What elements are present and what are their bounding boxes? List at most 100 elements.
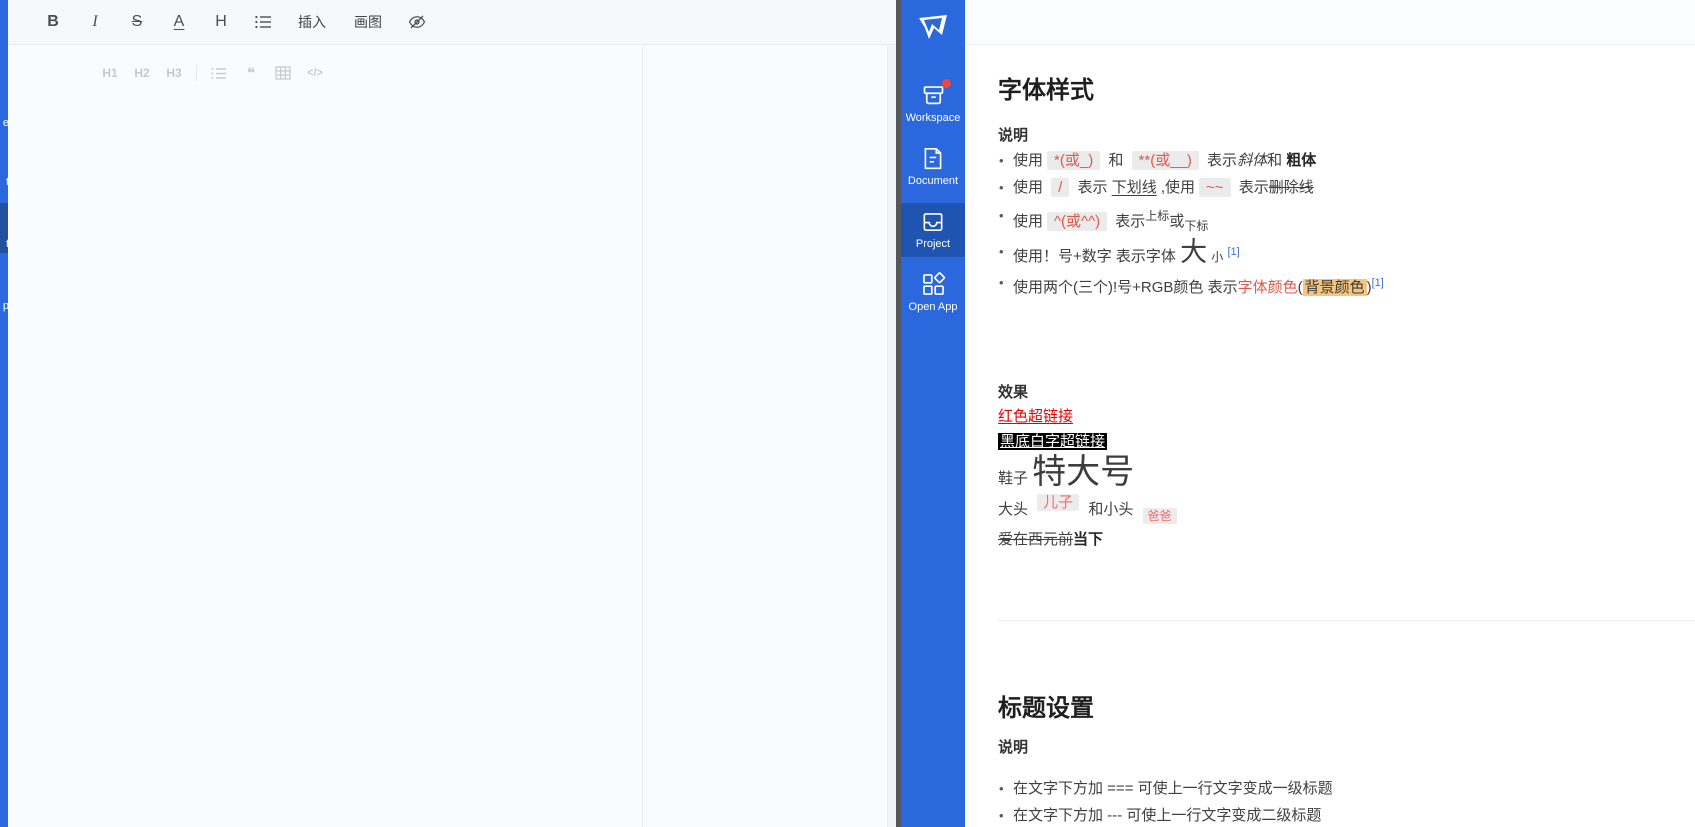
effect-ruby-line: 大头 儿子 和小头 爸爸 [998, 494, 1182, 524]
text-segment: ^(或^^) [1047, 212, 1108, 231]
text-segment: 背景颜色 [1302, 279, 1367, 296]
font-bullet-3: 使用^(或^^) 表示上标或下标 [999, 205, 1209, 237]
red-hyperlink[interactable]: 红色超链接 [998, 408, 1073, 425]
section-title-heading-setup: 标题设置 [998, 695, 1094, 722]
text-segment: 特大号 [1032, 453, 1135, 491]
format-bar-divider [196, 65, 197, 81]
app-logo[interactable] [901, 14, 965, 46]
font-bullet-5: 使用两个(三个)!号+RGB颜色 表示字体颜色(背景颜色)[1] [999, 272, 1384, 299]
text-segment: 爱在西元前 [998, 531, 1074, 548]
heading-bullet-2: 在文字下方加 --- 可使上一行文字变成二级标题 [999, 805, 1322, 827]
list-icon [254, 15, 271, 29]
window-split-border[interactable] [896, 0, 901, 827]
text-segment: ~~ [1199, 178, 1231, 197]
screen: B I S A H 插入 画图 H1 H2 H3 ❝ </> e t t p W… [0, 0, 1695, 827]
preview-toggle-button[interactable] [407, 8, 427, 36]
project-icon [923, 213, 943, 231]
app-sidebar: Workspace Document Project Open App [901, 0, 965, 827]
h3-button[interactable]: H3 [163, 62, 185, 84]
text-segment: 和 [1267, 152, 1287, 169]
sidebar-item-workspace[interactable]: Workspace [901, 79, 965, 124]
text-segment: 斜体 [1237, 152, 1268, 169]
strikethrough-button[interactable]: S [127, 8, 147, 36]
horizontal-rule [998, 620, 1695, 621]
text-segment: 下标 [1184, 219, 1209, 233]
text-segment: 在文字下方加 --- 可使上一行文字变成二级标题 [1013, 807, 1322, 824]
open-app-icon [922, 272, 945, 295]
editor-page-divider [642, 46, 643, 827]
text-segment: 大头 [998, 501, 1033, 518]
heading-button[interactable]: H [211, 8, 231, 36]
sliver-text: t [5, 238, 8, 250]
text-segment: 使用 [1013, 213, 1044, 230]
sliver-text: p [2, 300, 8, 312]
table-icon [275, 66, 291, 80]
sidebar-item-project[interactable]: Project [901, 203, 965, 257]
table-button[interactable] [272, 62, 294, 84]
footnote-link-2[interactable]: [1] [1372, 277, 1384, 289]
unordered-list-icon [211, 67, 226, 79]
text-segment: 在文字下方加 === 可使上一行文字变成一级标题 [1013, 780, 1333, 797]
font-bullet-1: 使用*(或_) 和 **(或__) 表示斜体和 粗体 [999, 150, 1317, 172]
editor-toolbar: B I S A H 插入 画图 [8, 0, 896, 45]
clipped-sidebar-sliver: e t t p [0, 0, 8, 827]
text-segment: 表示 [1111, 213, 1146, 230]
italic-button[interactable]: I [85, 8, 105, 36]
text-segment: *(或_) [1047, 151, 1101, 170]
effect-red-link-line: 红色超链接 [998, 407, 1073, 427]
heading-bullet-1: 在文字下方加 === 可使上一行文字变成一级标题 [999, 778, 1333, 800]
footnote-link-1[interactable]: [1] [1227, 246, 1239, 258]
sidebar-item-open-app[interactable]: Open App [901, 271, 965, 313]
preview-content: 字体样式 说明 使用*(或_) 和 **(或__) 表示斜体和 粗体 使用 / … [965, 0, 1695, 827]
text-segment: 下划线 [1111, 179, 1157, 196]
preview-window: Workspace Document Project Open App 字体样式… [901, 0, 1695, 827]
sidebar-item-label: Project [915, 238, 951, 250]
draw-button[interactable]: 画图 [351, 8, 385, 36]
insert-button[interactable]: 插入 [295, 8, 329, 36]
text-segment: 小 [1211, 250, 1224, 264]
black-bg-hyperlink[interactable]: 黑底白字超链接 [998, 433, 1108, 450]
unordered-list-button[interactable] [208, 62, 230, 84]
eye-off-icon [408, 15, 426, 29]
h1-button[interactable]: H1 [99, 62, 121, 84]
app-logo-icon [919, 15, 947, 39]
text-segment: 表示 [1073, 179, 1112, 196]
bold-button[interactable]: B [43, 8, 63, 36]
notification-badge [942, 79, 951, 88]
text-segment: ,使用 [1156, 179, 1196, 196]
quote-button[interactable]: ❝ [240, 62, 262, 84]
text-segment: 表示 [1202, 152, 1238, 169]
text-segment: 和 [1104, 152, 1128, 169]
text-segment: 鞋子 [998, 470, 1033, 487]
text-segment: 爸爸 [1142, 508, 1177, 524]
text-segment: ( [1297, 279, 1303, 296]
code-button[interactable]: </> [304, 62, 326, 84]
editor-window: B I S A H 插入 画图 H1 H2 H3 ❝ </> e t t p [0, 0, 896, 827]
h2-button[interactable]: H2 [131, 62, 153, 84]
section-title-font-style: 字体样式 [998, 77, 1094, 104]
text-segment: 大 [1180, 237, 1208, 267]
text-segment: 当下 [1073, 531, 1104, 548]
sidebar-item-label: Open App [908, 301, 958, 313]
effects-label: 效果 [998, 384, 1029, 401]
font-bullet-4: 使用！号+数字 表示字体 大 小 [1] [999, 237, 1240, 272]
sliver-text: t [5, 176, 8, 188]
list-button[interactable] [253, 8, 273, 36]
rendered-document: 字体样式 说明 使用*(或_) 和 **(或__) 表示斜体和 粗体 使用 / … [965, 0, 1695, 827]
format-bar: H1 H2 H3 ❝ </> [94, 62, 331, 84]
text-segment: 粗体 [1286, 152, 1317, 169]
effect-inverse-link-line: 黑底白字超链接 [998, 432, 1108, 452]
editor-scrollbar[interactable] [887, 46, 896, 827]
text-segment: 字体颜色 [1237, 279, 1298, 296]
font-color-button[interactable]: A [169, 8, 189, 36]
effect-xlarge-line: 鞋子 特大号 [998, 452, 1134, 499]
text-segment: **(或__) [1131, 151, 1199, 170]
sliver-text: e [2, 117, 8, 129]
document-icon [924, 147, 942, 170]
sidebar-item-document[interactable]: Document [901, 145, 965, 187]
text-segment: / [1051, 178, 1070, 197]
text-segment: 上标 [1145, 209, 1170, 223]
text-segment: 使用！号+数字 表示字体 [1013, 248, 1181, 265]
text-segment: 使用 [1013, 179, 1048, 196]
effect-strike-bold-line: 爱在西元前当下 [998, 530, 1103, 550]
